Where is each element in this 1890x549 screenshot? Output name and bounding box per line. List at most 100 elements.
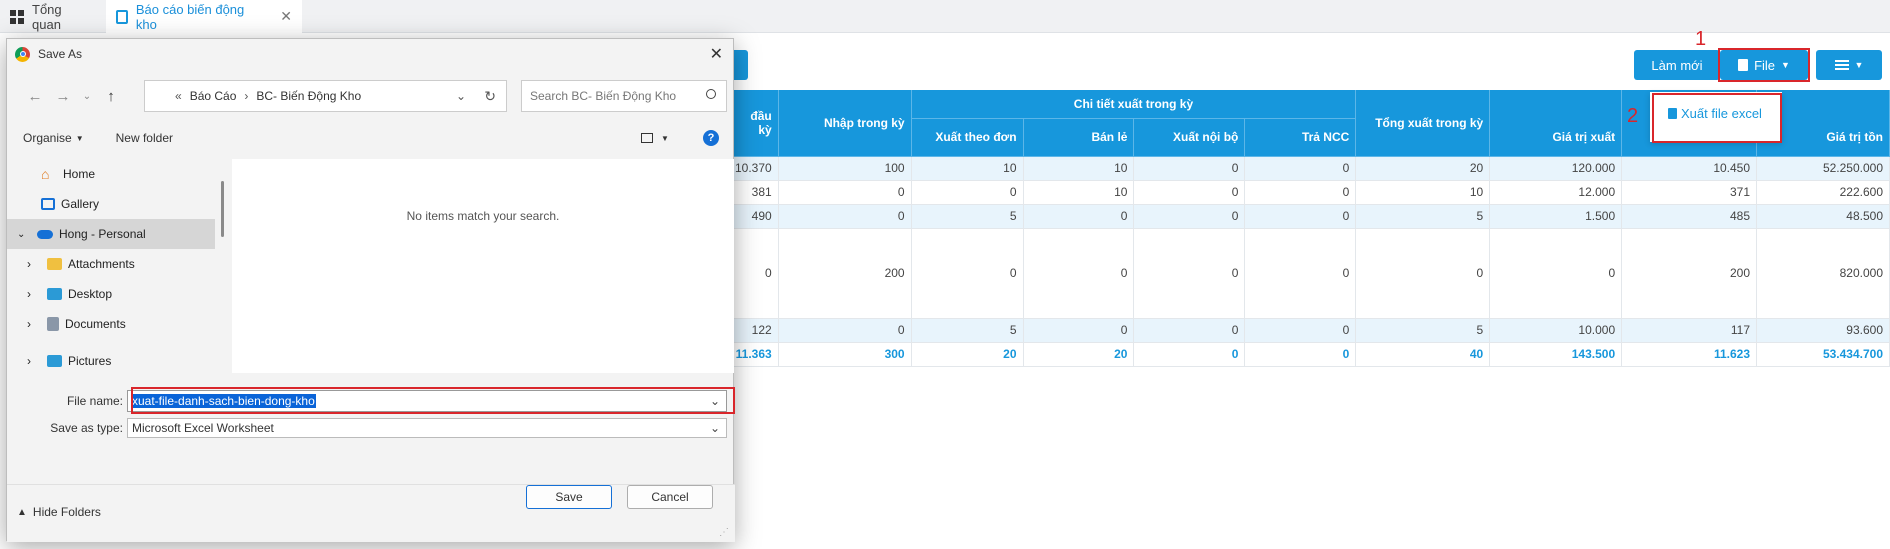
chevron-right-icon: › (27, 354, 31, 368)
sidebar-item-gallery[interactable]: Gallery (7, 189, 215, 219)
document-icon (47, 317, 59, 331)
dialog-footer: ▲ Hide Folders Save Cancel ⋰ (7, 484, 735, 542)
save-button[interactable]: Save (526, 485, 612, 509)
sidebar-item-label: Hong - Personal (59, 227, 146, 241)
tab-overview[interactable]: Tổng quan (0, 0, 104, 33)
table-cell: 490 (729, 204, 779, 229)
command-bar: Organise ▼ New folder ▼ ? (7, 119, 735, 157)
view-icon (641, 133, 653, 143)
chevron-down-icon: ⌄ (17, 228, 26, 240)
cancel-button[interactable]: Cancel (627, 485, 713, 509)
chevron-right-icon: › (27, 287, 31, 301)
table-cell: 0 (1244, 228, 1357, 319)
table-cell: 0 (729, 228, 779, 319)
organise-button[interactable]: Organise ▼ (23, 131, 84, 145)
totals-row: 11.363 300 20 20 0 0 40 143.500 11.623 53.434.700 (729, 342, 1890, 367)
home-icon: ⌂ (41, 166, 50, 182)
column-header: Nhập trong kỳ (778, 90, 912, 157)
address-dropdown-icon[interactable]: ⌄ (456, 89, 466, 103)
columns-button[interactable]: ▼ (1816, 50, 1882, 80)
forward-arrow-icon[interactable]: → (49, 88, 77, 105)
table-cell: 122 (729, 318, 779, 343)
table-cell: 200 (1621, 228, 1758, 319)
breadcrumb-item[interactable]: BC- Biến Động Kho (256, 89, 361, 103)
sidebar-item-attachments[interactable]: › Attachments (7, 249, 215, 279)
save-type-select[interactable]: Microsoft Excel Worksheet ⌄ (127, 418, 727, 438)
refresh-icon[interactable]: ↻ (484, 88, 496, 105)
sidebar-item-onedrive[interactable]: ⌄ Hong - Personal (7, 219, 215, 249)
tab-label: Báo cáo biến động kho (135, 1, 245, 32)
table-cell: 0 (1023, 318, 1135, 343)
view-options-button[interactable]: ▼ (641, 133, 669, 143)
highlight-box-filename (131, 387, 735, 414)
file-list-area-bottom (232, 349, 734, 373)
sidebar-item-desktop[interactable]: › Desktop (7, 279, 215, 309)
breadcrumb-separator-icon: › (244, 89, 249, 103)
sidebar-item-pictures-row[interactable]: › Pictures (7, 349, 215, 373)
table-row[interactable]: 122 0 5 0 0 0 5 10.000 117 93.600 (729, 318, 1890, 343)
refresh-button[interactable]: Làm mới (1634, 50, 1720, 80)
address-bar[interactable]: « Báo Cáo › BC- Biến Động Kho ⌄ ↻ (144, 80, 507, 112)
column-header: Xuất theo đơn (911, 118, 1024, 157)
save-label: Save (555, 490, 583, 504)
table-cell: 0 (1023, 228, 1135, 319)
sidebar-item-home[interactable]: ⌂ Home (7, 159, 215, 189)
file-name-label: File name: (66, 394, 123, 408)
sidebar-item-label: Pictures (68, 354, 112, 368)
sidebar-item-pictures[interactable] (7, 339, 215, 349)
tab-label: Tổng quan (32, 1, 62, 32)
table-cell: 0 (778, 318, 912, 343)
resize-grip-icon[interactable]: ⋰ (719, 527, 729, 538)
scrollbar[interactable] (221, 181, 224, 237)
dashboard-icon (10, 9, 24, 24)
annotation-step-2: 2 (1627, 105, 1639, 127)
table-cell: 0 (1133, 156, 1246, 181)
table-row[interactable]: 10.370 100 10 10 0 0 20 120.000 10.450 52.250.000 (729, 156, 1890, 181)
new-folder-button[interactable]: New folder (116, 131, 173, 145)
table-cell: 0 (1023, 204, 1135, 229)
table-cell: 0 (1244, 204, 1357, 229)
list-icon (1834, 60, 1849, 70)
table-row[interactable]: 490 0 5 0 0 0 5 1.500 485 48.500 (729, 204, 1890, 229)
hide-folders-button[interactable]: ▲ Hide Folders (17, 505, 101, 519)
close-icon[interactable]: ✕ (710, 44, 723, 64)
table-cell: 5 (1355, 204, 1491, 229)
back-arrow-icon[interactable]: ← (21, 88, 49, 105)
table-cell: 12.000 (1489, 180, 1623, 205)
tab-inventory-report[interactable]: Báo cáo biến động kho ✕ (106, 0, 302, 33)
total-cell: 0 (1133, 342, 1246, 367)
table-cell: 0 (1244, 156, 1357, 181)
table-cell: 120.000 (1489, 156, 1623, 181)
sidebar-item-label: Documents (65, 317, 126, 331)
table-cell: 10.450 (1621, 156, 1758, 181)
table-cell: 820.000 (1756, 228, 1890, 319)
chevron-down-icon: ⌄ (709, 421, 720, 435)
up-arrow-icon[interactable]: ↑ (97, 88, 125, 105)
recent-chevron-icon[interactable]: ⌄ (77, 91, 97, 102)
total-cell: 11.623 (1621, 342, 1758, 367)
table-row[interactable]: 0 200 0 0 0 0 0 0 200 820.000 (729, 228, 1890, 319)
table-cell: 0 (1133, 318, 1246, 343)
chrome-icon (15, 46, 30, 62)
total-cell: 143.500 (1489, 342, 1623, 367)
table-cell: 20 (1355, 156, 1491, 181)
table-cell: 0 (1355, 228, 1491, 319)
breadcrumb-item[interactable]: Báo Cáo (190, 89, 237, 103)
cancel-label: Cancel (651, 490, 689, 504)
dialog-titlebar: Save As ✕ (7, 39, 733, 69)
chevron-up-icon: ▲ (17, 506, 27, 518)
close-icon[interactable]: ✕ (280, 8, 292, 25)
help-icon[interactable]: ? (703, 130, 719, 146)
table-cell: 117 (1621, 318, 1758, 343)
sidebar-item-documents[interactable]: › Documents (7, 309, 215, 339)
table-cell: 0 (1133, 204, 1246, 229)
cloud-icon (37, 229, 53, 239)
table-row[interactable]: 381 0 0 10 0 0 10 12.000 371 222.600 (729, 180, 1890, 205)
search-input[interactable]: Search BC- Biến Động Kho (521, 80, 727, 112)
gallery-icon (41, 198, 55, 210)
file-list-area[interactable]: No items match your search. (232, 159, 734, 349)
table-cell: 0 (778, 180, 912, 205)
save-type-label: Save as type: (50, 421, 123, 435)
report-icon (116, 9, 128, 24)
table-cell: 10 (1023, 180, 1135, 205)
